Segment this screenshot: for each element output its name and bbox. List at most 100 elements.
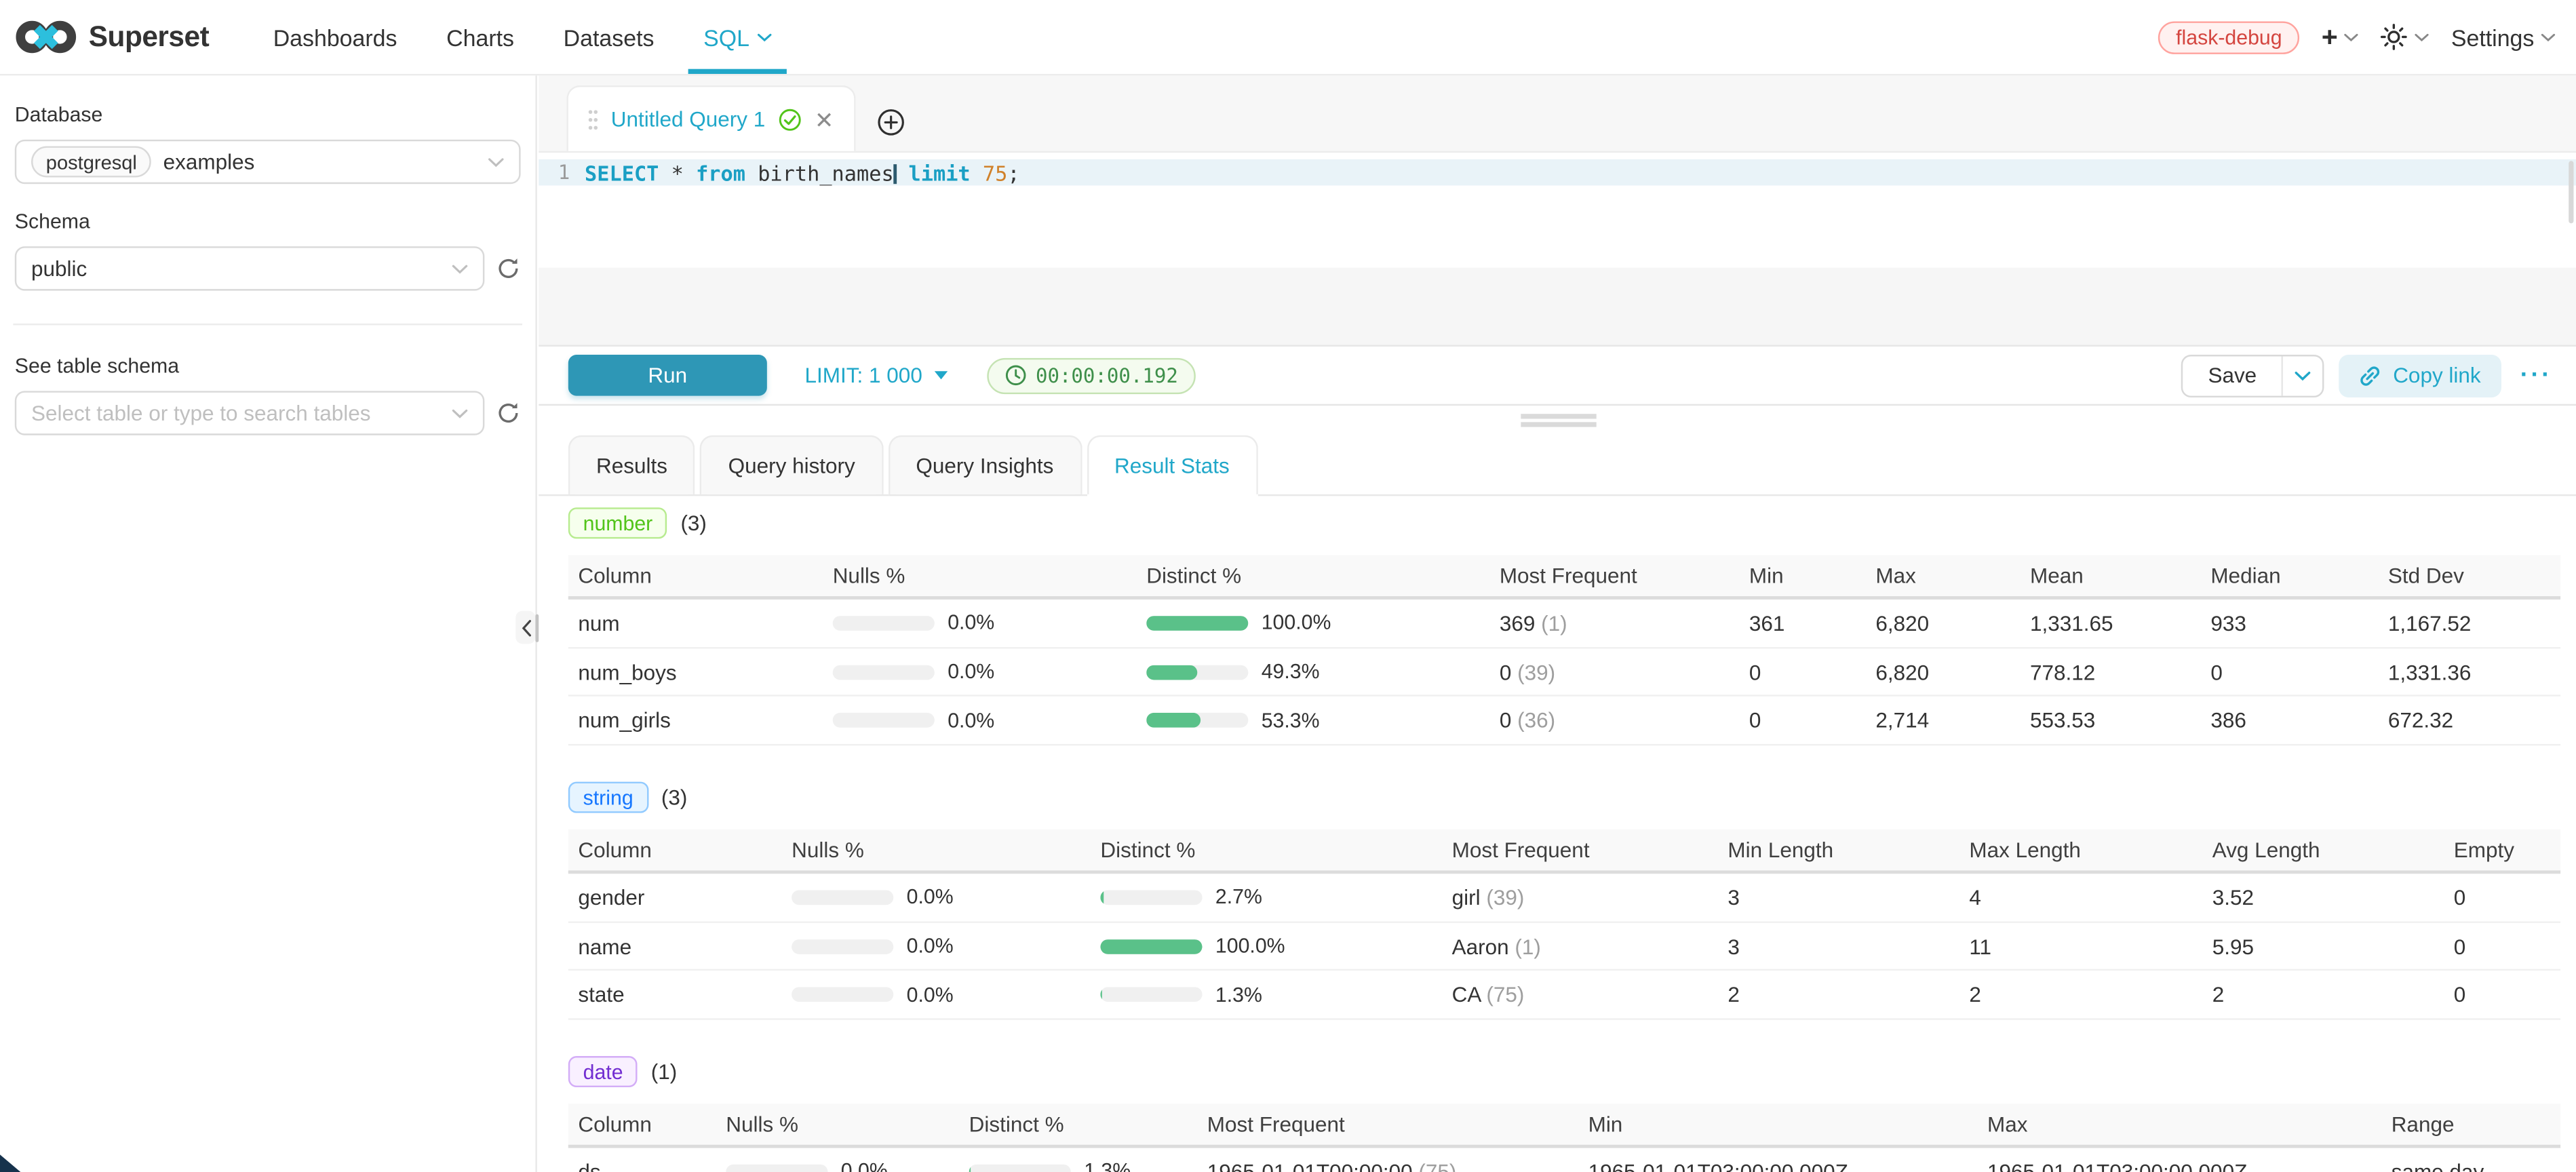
- tab-result-stats[interactable]: Result Stats: [1087, 435, 1257, 494]
- copy-link-button[interactable]: Copy link: [2339, 354, 2500, 397]
- column-header: Nulls %: [716, 1112, 959, 1137]
- save-options-button[interactable]: [2282, 355, 2323, 395]
- refresh-tables-button[interactable]: [496, 401, 520, 425]
- more-actions-button[interactable]: ···: [2516, 362, 2558, 389]
- sql-lab-sidebar: Database postgresql examples Schema publ…: [0, 75, 537, 1172]
- tab-results[interactable]: Results: [568, 435, 695, 494]
- type-tag-date: date: [568, 1056, 638, 1087]
- column-header: Nulls %: [782, 838, 1091, 862]
- stat-value-cell: 1,331.65: [2020, 610, 2200, 635]
- scrollbar-thumb[interactable]: [2568, 161, 2573, 223]
- nav-item-dashboards[interactable]: Dashboards: [248, 0, 421, 74]
- column-count: (3): [661, 785, 687, 810]
- type-tag-number: number: [568, 507, 667, 539]
- string-stats-table: ColumnNulls %Distinct %Most FrequentMin …: [568, 829, 2560, 1020]
- stat-value-cell: 386: [2201, 708, 2379, 732]
- check-circle-icon: [779, 108, 802, 131]
- table-header-row: ColumnNulls %Distinct %Most FrequentMinM…: [568, 1104, 2560, 1148]
- result-stats-content: number (3) ColumnNulls %Distinct %Most F…: [539, 507, 2576, 1172]
- chevron-down-icon: [452, 408, 468, 418]
- superset-logo[interactable]: Superset: [0, 0, 209, 74]
- column-name-cell: ds: [568, 1160, 716, 1172]
- scrollbar-thumb[interactable]: [534, 614, 539, 642]
- query-tab[interactable]: Untitled Query 1 ✕: [566, 85, 855, 151]
- tab-query-insights[interactable]: Query Insights: [888, 435, 1081, 494]
- theme-toggle[interactable]: [2381, 23, 2430, 51]
- save-split-button: Save: [2182, 354, 2324, 397]
- type-tag-string: string: [568, 782, 648, 813]
- new-query-tab-button[interactable]: [876, 109, 904, 136]
- date-stats-section: date (1) ColumnNulls %Distinct %Most Fre…: [568, 1056, 2560, 1172]
- nav-item-datasets[interactable]: Datasets: [539, 0, 678, 74]
- stat-value-cell: 0: [2444, 885, 2560, 910]
- query-tab-title: Untitled Query 1: [611, 106, 765, 131]
- table-select[interactable]: Select table or type to search tables: [15, 391, 485, 435]
- schema-label: Schema: [15, 210, 521, 233]
- distinct-progress-bar: [1100, 988, 1202, 1002]
- table-row: ds0.0%1.3%1965-01-01T00:00:00 (75)1965-0…: [568, 1148, 2560, 1172]
- percent-label: 0.0%: [948, 709, 994, 732]
- percent-label: 0.0%: [907, 886, 954, 909]
- sql-code-line: SELECT * from birth_names limit 75;: [585, 160, 1020, 184]
- sql-editor-panel: Untitled Query 1 ✕ 1 SELECT * from birth…: [539, 75, 2576, 1172]
- stat-value-cell: 0: [2444, 934, 2560, 958]
- brand-name: Superset: [89, 20, 209, 54]
- nulls-progress-bar: [833, 616, 935, 631]
- superset-sql-lab: Superset Dashboards Charts Datasets SQL …: [0, 0, 2576, 1172]
- most-frequent-cell: Aaron (1): [1442, 934, 1718, 958]
- column-name-cell: num: [568, 610, 823, 635]
- percent-label: 49.3%: [1262, 661, 1320, 684]
- stat-value-cell: 5.95: [2202, 934, 2444, 958]
- distinct-progress-bar: [1146, 665, 1248, 680]
- most-frequent-cell: 369 (1): [1489, 610, 1739, 635]
- distinct-progress-bar: [1100, 939, 1202, 954]
- stat-value-cell: 2: [1959, 983, 2202, 1007]
- link-icon: [2358, 364, 2381, 387]
- column-header: Distinct %: [959, 1112, 1197, 1137]
- result-tabs: Results Query history Query Insights Res…: [539, 435, 2576, 496]
- save-button[interactable]: Save: [2183, 355, 2281, 395]
- table-row: num_girls0.0%53.3%0 (36)02,714553.533866…: [568, 697, 2560, 746]
- infinity-logo-icon: [15, 20, 77, 54]
- percent-label: 2.7%: [1215, 886, 1262, 909]
- tab-query-history[interactable]: Query history: [700, 435, 883, 494]
- chevron-down-icon: [488, 157, 504, 167]
- panel-resize-handle[interactable]: [539, 406, 2576, 435]
- nulls-progress-bar: [792, 890, 893, 905]
- query-toolbar: Run LIMIT: 1 000 00:00:00.192 Save: [539, 345, 2576, 406]
- stat-value-cell: 6,820: [1866, 610, 2021, 635]
- editor-empty-area[interactable]: [539, 186, 2576, 268]
- most-frequent-cell: CA (75): [1442, 983, 1718, 1007]
- limit-label: LIMIT: 1 000: [805, 363, 922, 387]
- refresh-schemas-button[interactable]: [496, 256, 520, 281]
- limit-dropdown[interactable]: LIMIT: 1 000: [805, 363, 948, 387]
- nulls-progress-bar: [833, 665, 935, 680]
- schema-select[interactable]: public: [15, 246, 485, 290]
- table-row: gender0.0%2.7%girl (39)343.520: [568, 874, 2560, 922]
- column-header: Column: [568, 564, 823, 588]
- date-stats-table: ColumnNulls %Distinct %Most FrequentMinM…: [568, 1104, 2560, 1172]
- percent-label: 0.0%: [907, 935, 954, 958]
- stat-value-cell: 11: [1959, 934, 2202, 958]
- sql-code-editor[interactable]: 1 SELECT * from birth_names limit 75;: [539, 153, 2576, 345]
- nav-item-sql-label: SQL: [703, 24, 749, 50]
- copy-link-label: Copy link: [2393, 363, 2480, 387]
- column-header: Max: [1977, 1112, 2381, 1137]
- plus-circle-icon: [876, 109, 904, 136]
- database-select[interactable]: postgresql examples: [15, 140, 521, 184]
- main-nav: Dashboards Charts Datasets SQL: [248, 0, 797, 74]
- drag-handle-icon: [588, 108, 598, 131]
- nav-item-sql[interactable]: SQL: [679, 0, 797, 74]
- column-header: Distinct %: [1137, 564, 1490, 588]
- collapse-sidebar-button[interactable]: [515, 611, 535, 644]
- distinct-progress-bar: [1146, 616, 1248, 631]
- settings-menu[interactable]: Settings: [2451, 24, 2556, 50]
- run-query-button[interactable]: Run: [568, 355, 767, 396]
- column-count: (3): [680, 511, 706, 535]
- percent-label: 0.0%: [907, 983, 954, 1007]
- close-tab-icon[interactable]: ✕: [815, 108, 834, 131]
- nulls-progress-bar: [726, 1165, 827, 1172]
- stat-value-cell: 553.53: [2020, 708, 2200, 732]
- new-item-button[interactable]: +: [2322, 23, 2360, 51]
- nav-item-charts[interactable]: Charts: [422, 0, 539, 74]
